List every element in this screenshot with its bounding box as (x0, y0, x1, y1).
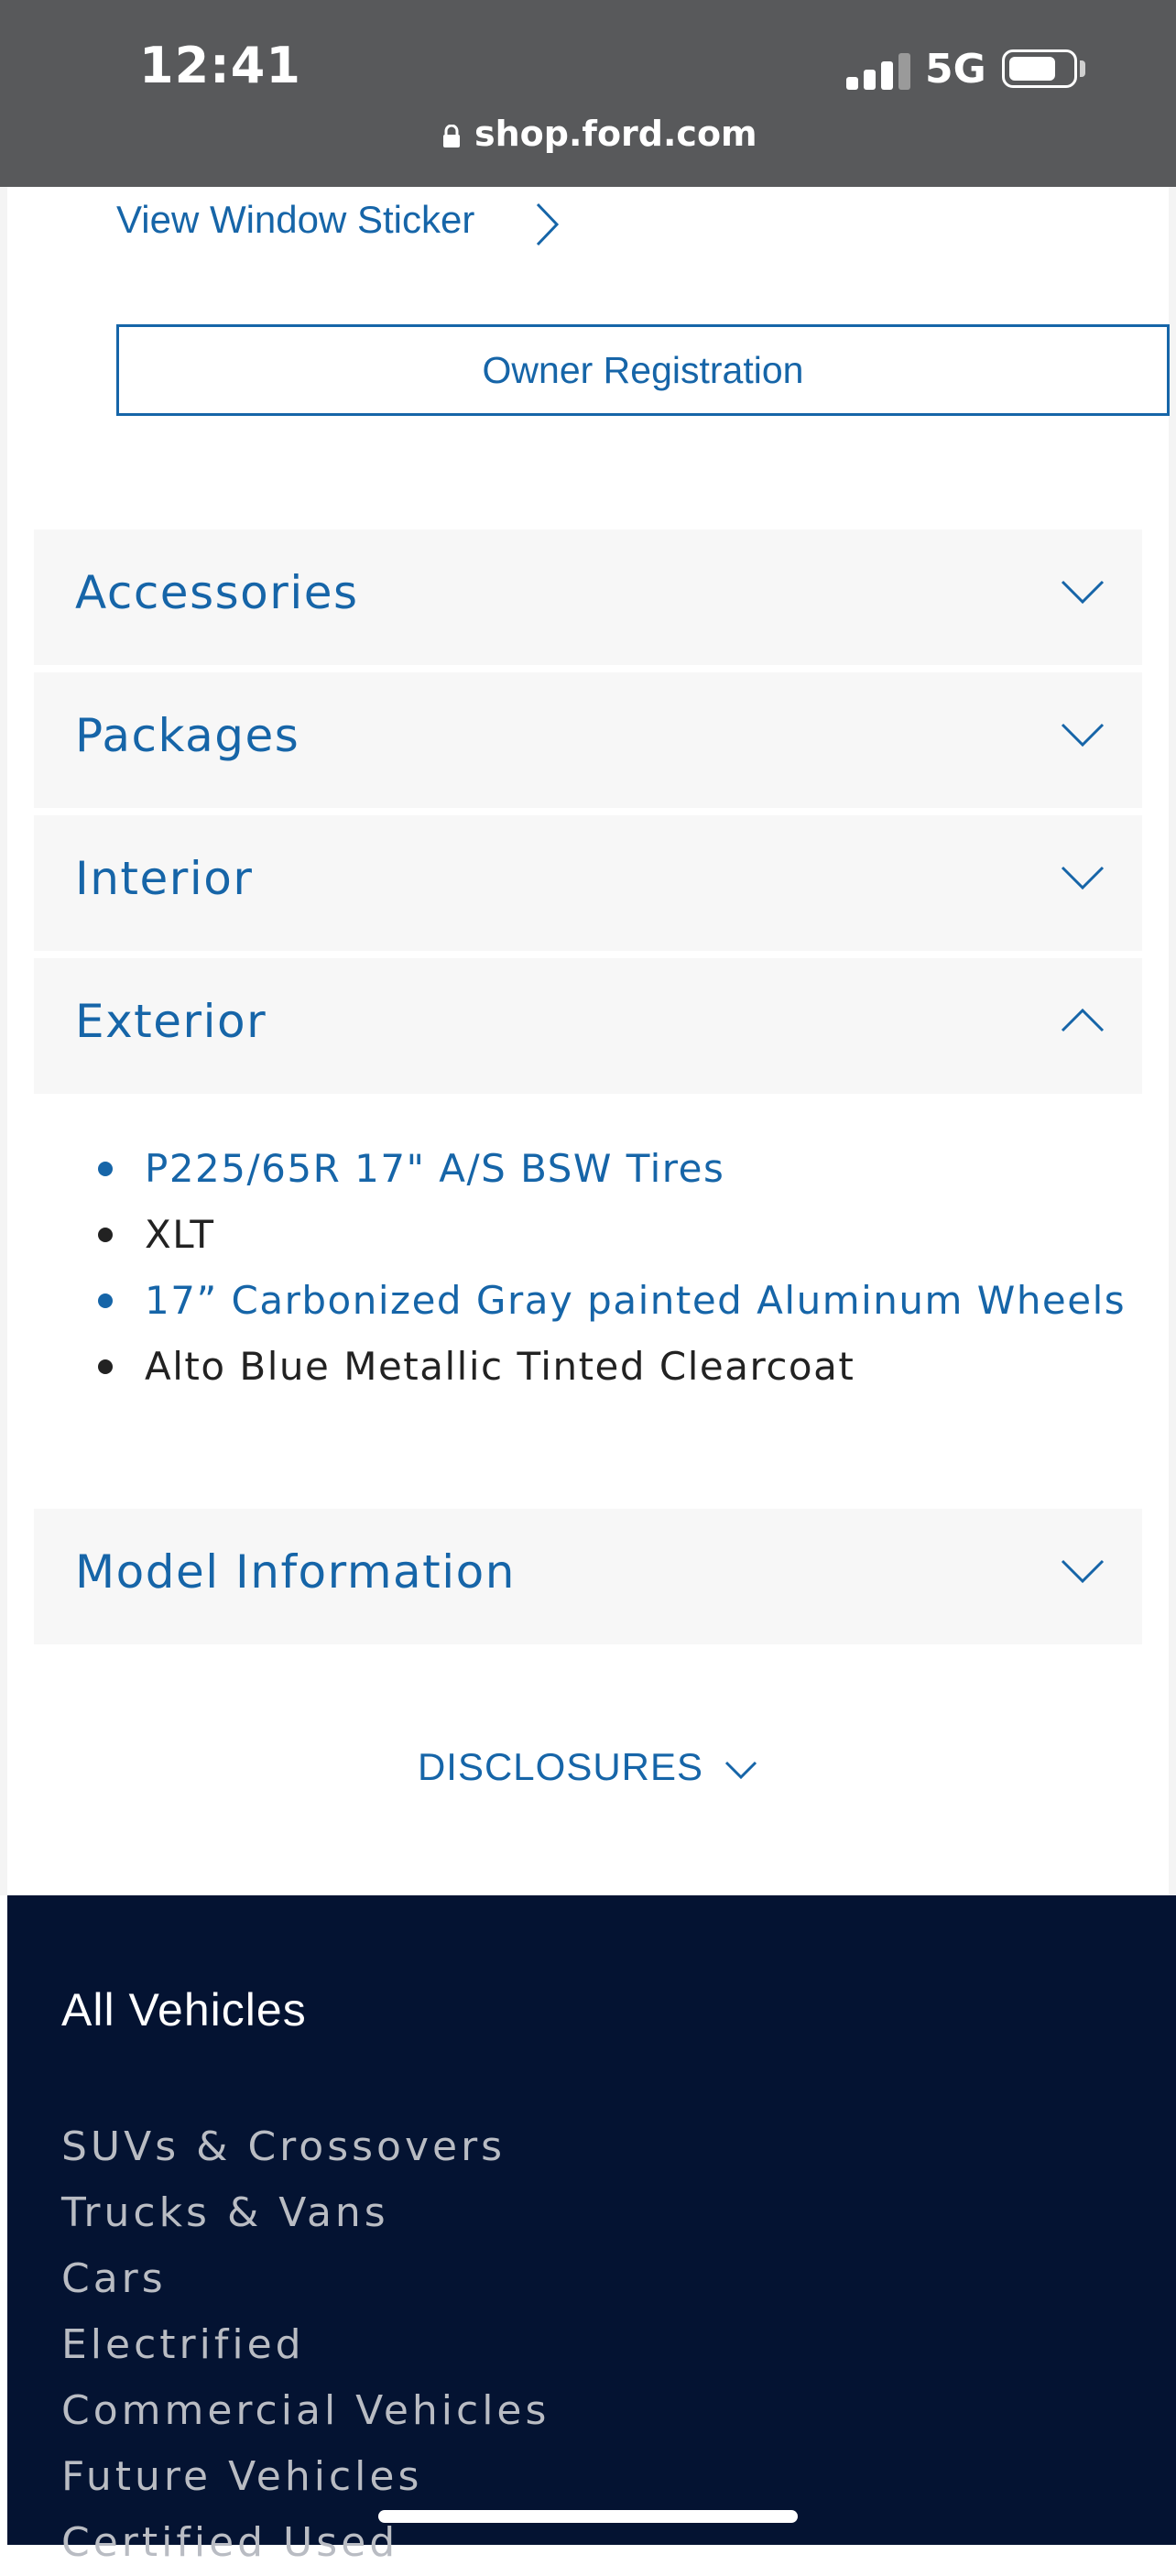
chevron-right-icon[interactable] (533, 202, 561, 247)
view-window-sticker-link[interactable]: View Window Sticker (116, 198, 474, 242)
owner-registration-button[interactable]: Owner Registration (116, 324, 1170, 416)
footer-link-commercial[interactable]: Commercial Vehicles (61, 2378, 550, 2444)
list-item: XLT (92, 1202, 1127, 1268)
accordion-interior[interactable]: Interior (34, 815, 1142, 951)
accordion-label: Interior (75, 852, 254, 905)
chevron-down-icon (1061, 723, 1105, 748)
disclosures-toggle[interactable]: DISCLOSURES (0, 1745, 1176, 1789)
list-item[interactable]: 17” Carbonized Gray painted Aluminum Whe… (92, 1268, 1127, 1334)
footer-vehicle-list: SUVs & Crossovers Trucks & Vans Cars Ele… (61, 2114, 550, 2576)
battery-icon (1002, 49, 1077, 88)
accordion-packages[interactable]: Packages (34, 672, 1142, 808)
chevron-down-icon (1061, 1559, 1105, 1584)
home-indicator[interactable] (378, 2510, 798, 2523)
chevron-down-icon (1061, 866, 1105, 890)
list-item[interactable]: P225/65R 17" A/S BSW Tires (92, 1136, 1127, 1202)
accordion-label: Packages (75, 709, 300, 762)
list-item: Alto Blue Metallic Tinted Clearcoat (92, 1334, 1127, 1400)
footer-title: All Vehicles (61, 1984, 307, 2036)
signal-icon (846, 53, 910, 90)
page-edge-right (1169, 187, 1176, 1895)
list-item-text: Alto Blue Metallic Tinted Clearcoat (145, 1344, 855, 1389)
accordion-model-information[interactable]: Model Information (34, 1509, 1142, 1644)
footer-link-cars[interactable]: Cars (61, 2246, 550, 2312)
list-item-text: 17” Carbonized Gray painted Aluminum Whe… (145, 1278, 1127, 1323)
disclosures-label: DISCLOSURES (417, 1745, 704, 1788)
network-label: 5G (925, 46, 986, 93)
battery-tip (1080, 60, 1085, 77)
accordion-label: Accessories (75, 566, 359, 619)
footer-link-trucks-vans[interactable]: Trucks & Vans (61, 2180, 550, 2246)
accordion-label: Model Information (75, 1545, 516, 1599)
accordion-exterior[interactable]: Exterior (34, 958, 1142, 1094)
chevron-down-icon (1061, 580, 1105, 605)
accordion-accessories[interactable]: Accessories (34, 529, 1142, 665)
footer-link-suvs[interactable]: SUVs & Crossovers (61, 2114, 550, 2180)
footer-link-future[interactable]: Future Vehicles (61, 2444, 550, 2510)
address-bar-url[interactable]: shop.ford.com (474, 114, 757, 154)
accordion-label: Exterior (75, 995, 267, 1048)
list-item-text: P225/65R 17" A/S BSW Tires (145, 1146, 725, 1191)
lock-icon (443, 125, 460, 147)
exterior-feature-list: P225/65R 17" A/S BSW Tires XLT 17” Carbo… (92, 1136, 1127, 1400)
list-item-text: XLT (145, 1212, 215, 1257)
status-time: 12:41 (139, 37, 301, 94)
footer-link-electrified[interactable]: Electrified (61, 2312, 550, 2378)
chevron-down-icon (724, 1761, 757, 1780)
page-edge-left (0, 187, 7, 1895)
chevron-up-icon (1061, 1008, 1105, 1032)
